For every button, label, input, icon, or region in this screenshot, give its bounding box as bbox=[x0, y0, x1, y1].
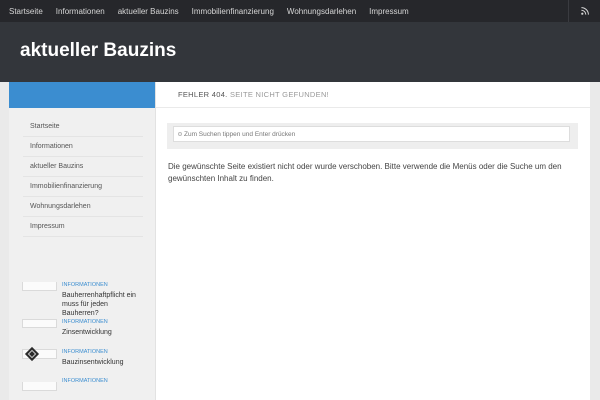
main-content: FEHLER 404. SEITE NICHT GEFUNDEN! Die ge… bbox=[156, 82, 590, 400]
post-thumbnail[interactable] bbox=[22, 346, 57, 362]
post-thumbnail[interactable] bbox=[22, 319, 57, 328]
not-found-text: Die gewünschte Seite existiert nicht ode… bbox=[168, 162, 562, 183]
post-title[interactable]: Zinsentwicklung bbox=[62, 328, 142, 337]
sidebar-item-immobilienfinanzierung[interactable]: Immobilienfinanzierung bbox=[23, 177, 143, 197]
sidebar-item-impressum[interactable]: Impressum bbox=[23, 217, 143, 237]
sidebar-item-wohnungsdarlehen[interactable]: Wohnungsdarlehen bbox=[23, 197, 143, 217]
post-category[interactable]: INFORMATIONEN bbox=[62, 319, 108, 325]
site-title[interactable]: aktueller Bauzins bbox=[20, 40, 176, 62]
sidebar-item-informationen[interactable]: Informationen bbox=[23, 137, 143, 157]
topnav-aktueller-bauzins[interactable]: aktueller Bauzins bbox=[118, 7, 179, 16]
post-category[interactable]: INFORMATIONEN bbox=[62, 349, 108, 355]
post-item[interactable]: INFORMATIONEN Zinsentwicklung bbox=[22, 319, 142, 349]
search-input[interactable] bbox=[184, 130, 564, 138]
post-thumbnail[interactable] bbox=[22, 282, 57, 291]
sidebar: Startseite Informationen aktueller Bauzi… bbox=[9, 82, 156, 400]
top-bar: Startseite Informationen aktueller Bauzi… bbox=[0, 0, 600, 22]
sidebar-accent-bar bbox=[9, 82, 155, 108]
topnav-impressum[interactable]: Impressum bbox=[369, 7, 409, 16]
search-box bbox=[167, 123, 578, 149]
topnav-startseite[interactable]: Startseite bbox=[9, 7, 43, 16]
post-thumbnail[interactable] bbox=[22, 382, 57, 391]
format-badge-icon bbox=[24, 346, 40, 362]
page-heading: FEHLER 404. SEITE NICHT GEFUNDEN! bbox=[156, 82, 590, 108]
content-wrapper: Startseite Informationen aktueller Bauzi… bbox=[9, 82, 590, 400]
error-heading: FEHLER 404. SEITE NICHT GEFUNDEN! bbox=[178, 90, 329, 99]
sidebar-item-startseite[interactable]: Startseite bbox=[23, 117, 143, 137]
post-category[interactable]: INFORMATIONEN bbox=[62, 378, 108, 384]
post-item[interactable]: INFORMATIONEN Bauherrenhaftpflicht ein m… bbox=[22, 282, 142, 317]
sidebar-menu: Startseite Informationen aktueller Bauzi… bbox=[9, 108, 155, 237]
post-title[interactable]: Bauzinsentwicklung bbox=[62, 358, 142, 367]
top-navigation: Startseite Informationen aktueller Bauzi… bbox=[0, 0, 600, 22]
recent-posts: INFORMATIONEN Bauherrenhaftpflicht ein m… bbox=[22, 282, 142, 400]
topnav-informationen[interactable]: Informationen bbox=[56, 7, 105, 16]
error-code: FEHLER 404. bbox=[178, 90, 228, 99]
error-message: SEITE NICHT GEFUNDEN! bbox=[229, 90, 330, 99]
topnav-wohnungsdarlehen[interactable]: Wohnungsdarlehen bbox=[287, 7, 356, 16]
search-field[interactable] bbox=[173, 126, 570, 142]
post-item[interactable]: INFORMATIONEN bbox=[22, 378, 142, 400]
site-header: aktueller Bauzins bbox=[0, 22, 600, 82]
search-icon bbox=[178, 132, 182, 136]
sidebar-item-aktueller-bauzins[interactable]: aktueller Bauzins bbox=[23, 157, 143, 177]
post-item[interactable]: INFORMATIONEN Bauzinsentwicklung bbox=[22, 346, 142, 378]
rss-button[interactable] bbox=[568, 0, 600, 22]
post-title[interactable]: Bauherrenhaftpflicht ein muss für jeden … bbox=[62, 291, 142, 318]
topnav-immobilienfinanzierung[interactable]: Immobilienfinanzierung bbox=[192, 7, 274, 16]
rss-icon bbox=[580, 7, 589, 15]
post-category[interactable]: INFORMATIONEN bbox=[62, 282, 108, 288]
